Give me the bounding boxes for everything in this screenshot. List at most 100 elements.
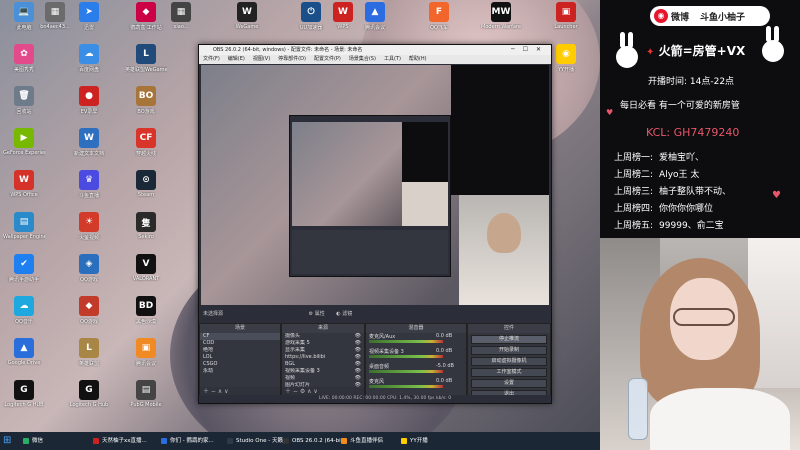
desktop-icon[interactable]: ☁ 百度网盘 bbox=[68, 44, 110, 73]
volume-meter[interactable] bbox=[369, 340, 443, 343]
taskbar-item[interactable]: 微信 bbox=[22, 434, 43, 448]
menu-item[interactable]: 配置文件(P) bbox=[314, 56, 341, 62]
preview-info-panel bbox=[451, 65, 549, 195]
rank-label: 上周榜二: bbox=[614, 170, 654, 180]
volume-meter[interactable] bbox=[369, 355, 443, 358]
filters-button[interactable]: ◐ 滤镜 bbox=[336, 311, 352, 317]
desktop-icon[interactable]: ♛ 斗鱼直播 bbox=[68, 170, 110, 199]
control-button[interactable]: 启动虚拟摄像机 bbox=[471, 357, 547, 366]
desktop-icon[interactable]: ✔ 腾讯手游助手 bbox=[3, 254, 45, 283]
visibility-icon[interactable]: 👁 bbox=[355, 368, 361, 375]
source-item[interactable]: 显示采集 👁 bbox=[282, 347, 364, 354]
desktop-icon[interactable]: V VALORANT bbox=[125, 254, 167, 282]
scene-item[interactable]: 永劫 bbox=[200, 368, 280, 375]
desktop-icon[interactable]: ⊙ Steam bbox=[125, 170, 167, 198]
properties-button[interactable]: ⚙ 属性 bbox=[309, 311, 325, 317]
menu-item[interactable]: 文件(F) bbox=[203, 56, 220, 62]
scene-item[interactable]: CSGO bbox=[200, 361, 280, 368]
taskbar-item[interactable]: 天然柚子xx直播... bbox=[92, 434, 147, 448]
control-button[interactable]: 开始录制 bbox=[471, 346, 547, 355]
desktop-icon[interactable]: ▤ PubG Mobile bbox=[125, 380, 167, 408]
obs-statusbar: LIVE: 00:00:00 REC: 00:00:00 CPU: 1.4%, … bbox=[199, 395, 551, 403]
desktop-icon[interactable]: ▣ 腾讯会议 bbox=[125, 338, 167, 367]
shirt bbox=[650, 388, 790, 450]
desktop-icon[interactable]: ☁ QQ音乐 bbox=[3, 296, 45, 325]
start-icon[interactable]: ⊞ bbox=[3, 435, 15, 447]
desktop-icon[interactable]: L 英雄联盟WeGame版 bbox=[125, 44, 167, 73]
visibility-icon[interactable]: 👁 bbox=[355, 375, 361, 382]
visibility-icon[interactable]: 👁 bbox=[355, 340, 361, 347]
scene-item[interactable]: COD bbox=[200, 340, 280, 347]
obs-preview[interactable] bbox=[201, 65, 549, 305]
preview-obs-nested bbox=[289, 115, 451, 277]
source-item[interactable]: https://live.bilibi 👁 bbox=[282, 354, 364, 361]
taskbar-item[interactable]: 你们 - 鹦鹉的家... bbox=[160, 434, 214, 448]
scene-item[interactable]: LOL bbox=[200, 354, 280, 361]
desktop-icon[interactable]: G Logitech G Hub bbox=[68, 380, 110, 408]
desktop-icon[interactable]: BO BO游戏 bbox=[125, 86, 167, 115]
desktop-icon-label: Steam bbox=[137, 192, 155, 198]
desktop-icon[interactable]: CF 穿越火线 bbox=[125, 128, 167, 157]
window-controls[interactable]: ─☐✕ bbox=[511, 45, 549, 55]
taskbar-item[interactable]: YY开播 bbox=[400, 434, 428, 448]
source-item[interactable]: 视频 👁 bbox=[282, 375, 364, 382]
source-label: 游戏采集 5 bbox=[285, 340, 310, 346]
desktop-icon-label: QQ游戏 bbox=[80, 277, 98, 283]
desktop-icon[interactable]: 隻 Sekiro bbox=[125, 212, 167, 240]
menu-item[interactable]: 场景集合(S) bbox=[349, 56, 376, 62]
desktop-icon[interactable]: ● EV录屏 bbox=[68, 86, 110, 115]
app-icon: ☀ bbox=[79, 212, 99, 232]
control-button[interactable]: 设置 bbox=[471, 379, 547, 388]
desktop-icon[interactable]: ➤ 迅雷 bbox=[68, 2, 110, 31]
desktop-icon[interactable]: ▲ 腾讯会议 bbox=[354, 2, 396, 31]
weibo-icon: ◉ bbox=[654, 9, 668, 23]
visibility-icon[interactable]: 👁 bbox=[355, 347, 361, 354]
desktop-icon[interactable]: MW Modern Warfare bbox=[480, 2, 522, 30]
control-button[interactable]: 停止推流 bbox=[471, 335, 547, 344]
source-item[interactable]: 视频采集设备 3 👁 bbox=[282, 368, 364, 375]
desktop-icon[interactable]: L 英雄联盟 bbox=[68, 338, 110, 367]
desktop-icon[interactable]: ▶ GeForce Experience bbox=[3, 128, 45, 156]
source-item[interactable]: 摄像头 👁 bbox=[282, 333, 364, 340]
desktop-icon[interactable]: G Logitech G HUB bbox=[3, 380, 45, 408]
channel-level: 0.0 dB bbox=[436, 348, 453, 354]
taskbar-item[interactable]: OBS 26.0.2 (64-bi... bbox=[282, 434, 346, 448]
desktop-icon[interactable]: W WPS Office bbox=[3, 170, 45, 198]
app-icon: ▲ bbox=[365, 2, 385, 22]
obs-window[interactable]: OBS 26.0.2 (64-bit, windows) - 配置文件: 未命名… bbox=[198, 44, 552, 404]
volume-meter[interactable] bbox=[369, 385, 443, 388]
desktop-icon[interactable]: ▦ xiao... bbox=[160, 2, 202, 30]
taskbar-item[interactable]: 斗鱼直播伴侣 bbox=[340, 434, 383, 448]
desktop-icon[interactable]: W 新建文本文档 bbox=[68, 128, 110, 157]
obs-titlebar[interactable]: OBS 26.0.2 (64-bit, windows) - 配置文件: 未命名… bbox=[199, 45, 551, 55]
menu-item[interactable]: 编辑(E) bbox=[228, 56, 245, 62]
desktop-icon[interactable]: ▣ Launcher bbox=[545, 2, 587, 30]
visibility-icon[interactable]: 👁 bbox=[355, 333, 361, 340]
menu-item[interactable]: 工具(T) bbox=[384, 56, 401, 62]
desktop-icon[interactable]: 🗑 回收站 bbox=[3, 86, 45, 115]
source-item[interactable]: 游戏采集 5 👁 bbox=[282, 340, 364, 347]
desktop-icon[interactable]: ◈ QQ游戏 bbox=[68, 254, 110, 283]
desktop-icon[interactable]: BD 黑色沙漠 bbox=[125, 296, 167, 325]
scene-item[interactable]: 绝地 bbox=[200, 347, 280, 354]
menu-item[interactable]: 停靠部件(D) bbox=[278, 56, 306, 62]
visibility-icon[interactable]: 👁 bbox=[355, 361, 361, 368]
control-button[interactable]: 工作室模式 bbox=[471, 368, 547, 377]
desktop-icon[interactable]: ✿ 美图秀秀 bbox=[3, 44, 45, 73]
desktop-icon[interactable]: ☀ 火萤视频 bbox=[68, 212, 110, 241]
desktop-icon[interactable]: F QQ飞车 bbox=[418, 2, 460, 31]
desktop-icon[interactable]: ▤ Wallpaper Engine bbox=[3, 212, 45, 240]
volume-meter[interactable] bbox=[369, 370, 443, 373]
filters-label: 滤镜 bbox=[342, 311, 353, 317]
source-item[interactable]: BGL 👁 bbox=[282, 361, 364, 368]
desktop-icon[interactable]: ◆ QQ游戏 bbox=[68, 296, 110, 325]
taskbar-item[interactable]: Studio One - 天籁 bbox=[226, 434, 283, 448]
desktop-icon[interactable]: W WeGame bbox=[226, 2, 268, 30]
visibility-icon[interactable]: 👁 bbox=[355, 354, 361, 361]
app-icon: V bbox=[136, 254, 156, 274]
desktop-icon[interactable]: ▲ Google Drive bbox=[3, 338, 45, 366]
scene-item[interactable]: CF bbox=[200, 333, 280, 340]
menu-item[interactable]: 帮助(H) bbox=[409, 56, 427, 62]
channel-name: 视频采集设备 3 bbox=[369, 349, 404, 355]
menu-item[interactable]: 视图(V) bbox=[253, 56, 270, 62]
